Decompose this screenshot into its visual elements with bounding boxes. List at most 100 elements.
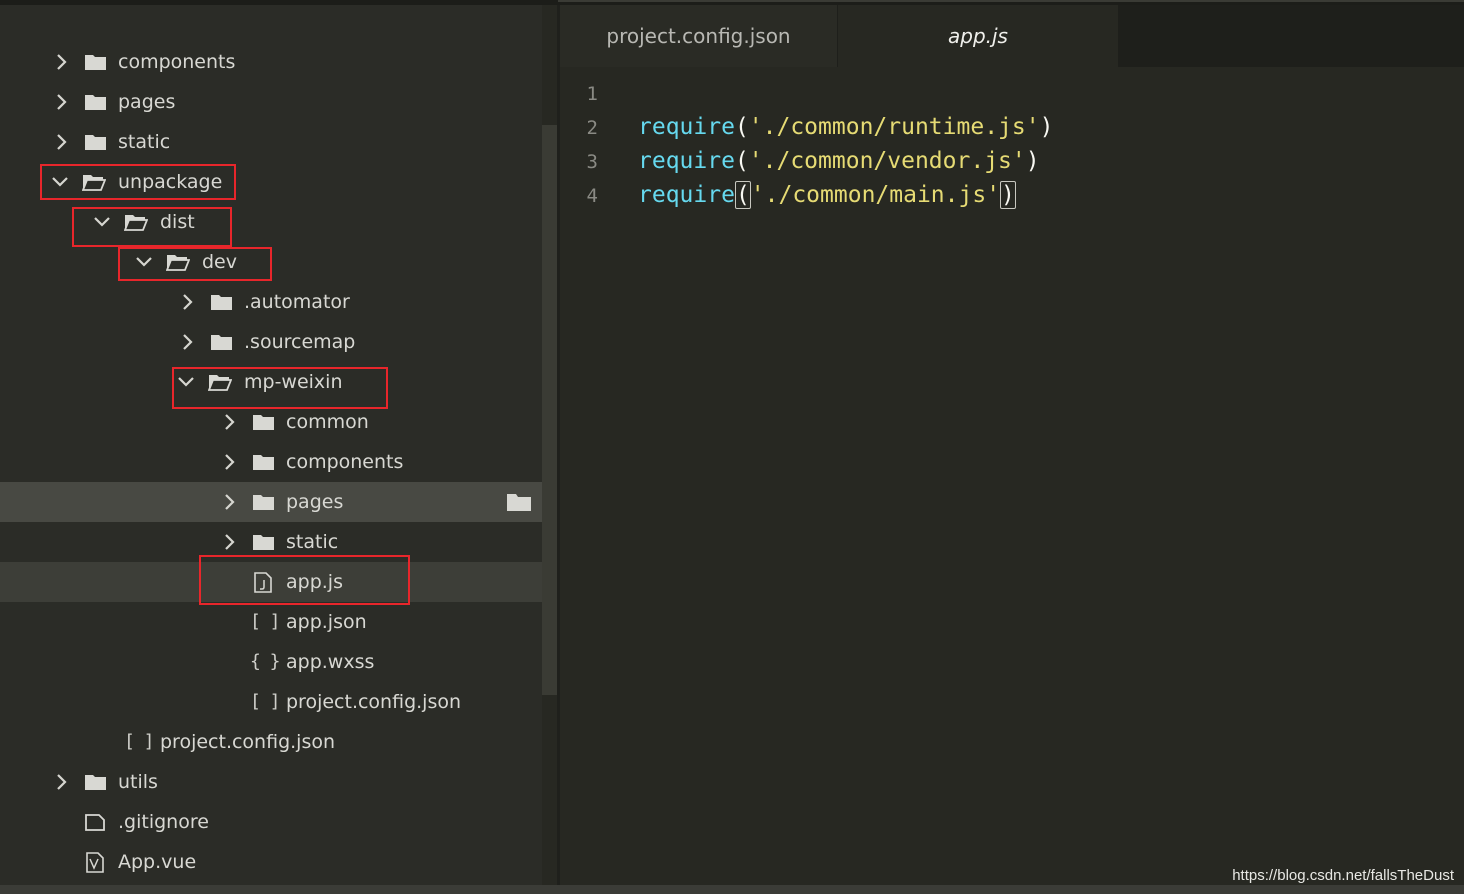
chevron-down-icon[interactable] [176, 362, 196, 402]
tree-item-static-weixin[interactable]: static [0, 522, 542, 562]
file-icon [84, 802, 108, 842]
code-paren: ( [734, 148, 749, 174]
folder-icon [84, 42, 108, 82]
code-editor[interactable]: 1 2 3 4 require('./common/runtime.js') r… [560, 67, 1464, 885]
tree-item-project-config[interactable]: [ ] project.config.json [0, 722, 542, 762]
code-string: './common/runtime.js' [748, 114, 1040, 140]
tree-item-mp-weixin[interactable]: mp-weixin [0, 362, 542, 402]
line-number: 4 [586, 185, 598, 207]
sidebar-scrollbar[interactable] [542, 125, 558, 695]
chevron-right-icon[interactable] [178, 282, 198, 322]
tree-item-label: unpackage [118, 171, 223, 193]
tree-item-unpackage[interactable]: unpackage [0, 162, 542, 202]
chevron-right-icon[interactable] [220, 482, 240, 522]
code-function: require [638, 114, 735, 140]
code-string: './common/main.js' [750, 182, 1001, 208]
folder-icon [252, 442, 276, 482]
tree-item-label: app.json [286, 611, 367, 633]
code-line[interactable]: require('./common/runtime.js') [638, 110, 1053, 144]
chevron-down-icon[interactable] [50, 162, 70, 202]
chevron-right-icon[interactable] [220, 442, 240, 482]
tree-item-components-weixin[interactable]: components [0, 442, 542, 482]
tree-item-dist[interactable]: dist [0, 202, 542, 242]
tree-item-label: mp-weixin [244, 371, 343, 393]
tree-item-label: project.config.json [286, 691, 462, 713]
tree-item-pages-weixin[interactable]: pages [0, 482, 542, 522]
tree-item-dev[interactable]: dev [0, 242, 542, 282]
folder-icon [252, 402, 276, 442]
status-bar [0, 885, 1464, 894]
folder-icon [252, 522, 276, 562]
tree-item-app-vue[interactable]: App.vue [0, 842, 542, 882]
json-file-icon: [ ] [250, 691, 280, 712]
tree-item-label: .gitignore [118, 811, 209, 833]
tab-project-config-json[interactable]: project.config.json [560, 5, 837, 67]
folder-open-icon [166, 242, 190, 282]
tree-item-label: components [118, 51, 236, 73]
tree-item-project-config-weixin[interactable]: [ ] project.config.json [0, 682, 542, 722]
folder-icon [210, 282, 234, 322]
chevron-right-icon[interactable] [220, 402, 240, 442]
tab-app-js[interactable]: app.js [838, 5, 1118, 67]
code-line[interactable]: require('./common/main.js') [638, 178, 1016, 212]
tree-item-label: dev [202, 251, 237, 273]
chevron-right-icon[interactable] [52, 42, 72, 82]
js-file-icon [252, 562, 276, 602]
chevron-right-icon[interactable] [220, 522, 240, 562]
tree-item-utils[interactable]: utils [0, 762, 542, 802]
tree-item-common[interactable]: common [0, 402, 542, 442]
code-paren: ) [1039, 114, 1054, 140]
tree-item-gitignore[interactable]: .gitignore [0, 802, 542, 842]
json-file-icon: [ ] [124, 731, 154, 752]
tree-item-pages[interactable]: pages [0, 82, 542, 122]
folder-icon [84, 762, 108, 802]
folder-icon [210, 322, 234, 362]
window-top-edge-highlight [558, 0, 1464, 2]
chevron-right-icon[interactable] [52, 122, 72, 162]
code-paren-matched: ) [1000, 181, 1016, 209]
tree-item-label: common [286, 411, 369, 433]
code-paren: ( [734, 114, 749, 140]
chevron-right-icon[interactable] [52, 82, 72, 122]
css-file-icon: { } [250, 651, 280, 672]
folder-open-icon [82, 162, 106, 202]
tree-item-label: app.wxss [286, 651, 375, 673]
open-folder-action-icon[interactable] [506, 482, 532, 522]
tree-item-app-wxss[interactable]: { } app.wxss [0, 642, 542, 682]
tree-item-label: static [286, 531, 339, 553]
folder-icon [252, 482, 276, 522]
tree-item-automator[interactable]: .automator [0, 282, 542, 322]
code-paren-matched: ( [734, 181, 751, 209]
folder-open-icon [124, 202, 148, 242]
tree-item-static[interactable]: static [0, 122, 542, 162]
chevron-right-icon[interactable] [52, 762, 72, 802]
line-number: 1 [586, 83, 598, 105]
tree-item-label: components [286, 451, 404, 473]
tree-item-app-js[interactable]: app.js [0, 562, 542, 602]
tree-item-label: App.vue [118, 851, 197, 873]
file-explorer: components pages static unpackage dist d… [0, 5, 542, 885]
tree-item-label: static [118, 131, 171, 153]
tree-item-label: app.js [286, 571, 343, 593]
line-number: 2 [586, 117, 598, 139]
tree-item-app-json[interactable]: [ ] app.json [0, 602, 542, 642]
tree-item-components[interactable]: components [0, 42, 542, 82]
chevron-right-icon[interactable] [178, 322, 198, 362]
json-file-icon: [ ] [250, 611, 280, 632]
tab-label: app.js [948, 24, 1008, 48]
tree-item-label: pages [286, 491, 344, 513]
folder-open-icon [208, 362, 232, 402]
tree-item-sourcemap[interactable]: .sourcemap [0, 322, 542, 362]
code-line[interactable]: require('./common/vendor.js') [638, 144, 1040, 178]
vue-file-icon [84, 842, 108, 882]
tree-item-label: dist [160, 211, 195, 233]
watermark-text: https://blog.csdn.net/fallsTheDust [1232, 867, 1454, 884]
chevron-down-icon[interactable] [134, 242, 154, 282]
tree-item-label: .automator [244, 291, 350, 313]
code-function: require [638, 148, 735, 174]
line-number: 3 [586, 151, 598, 173]
chevron-down-icon[interactable] [92, 202, 112, 242]
tree-item-label: utils [118, 771, 158, 793]
tree-item-label: pages [118, 91, 176, 113]
code-string: './common/vendor.js' [748, 148, 1026, 174]
